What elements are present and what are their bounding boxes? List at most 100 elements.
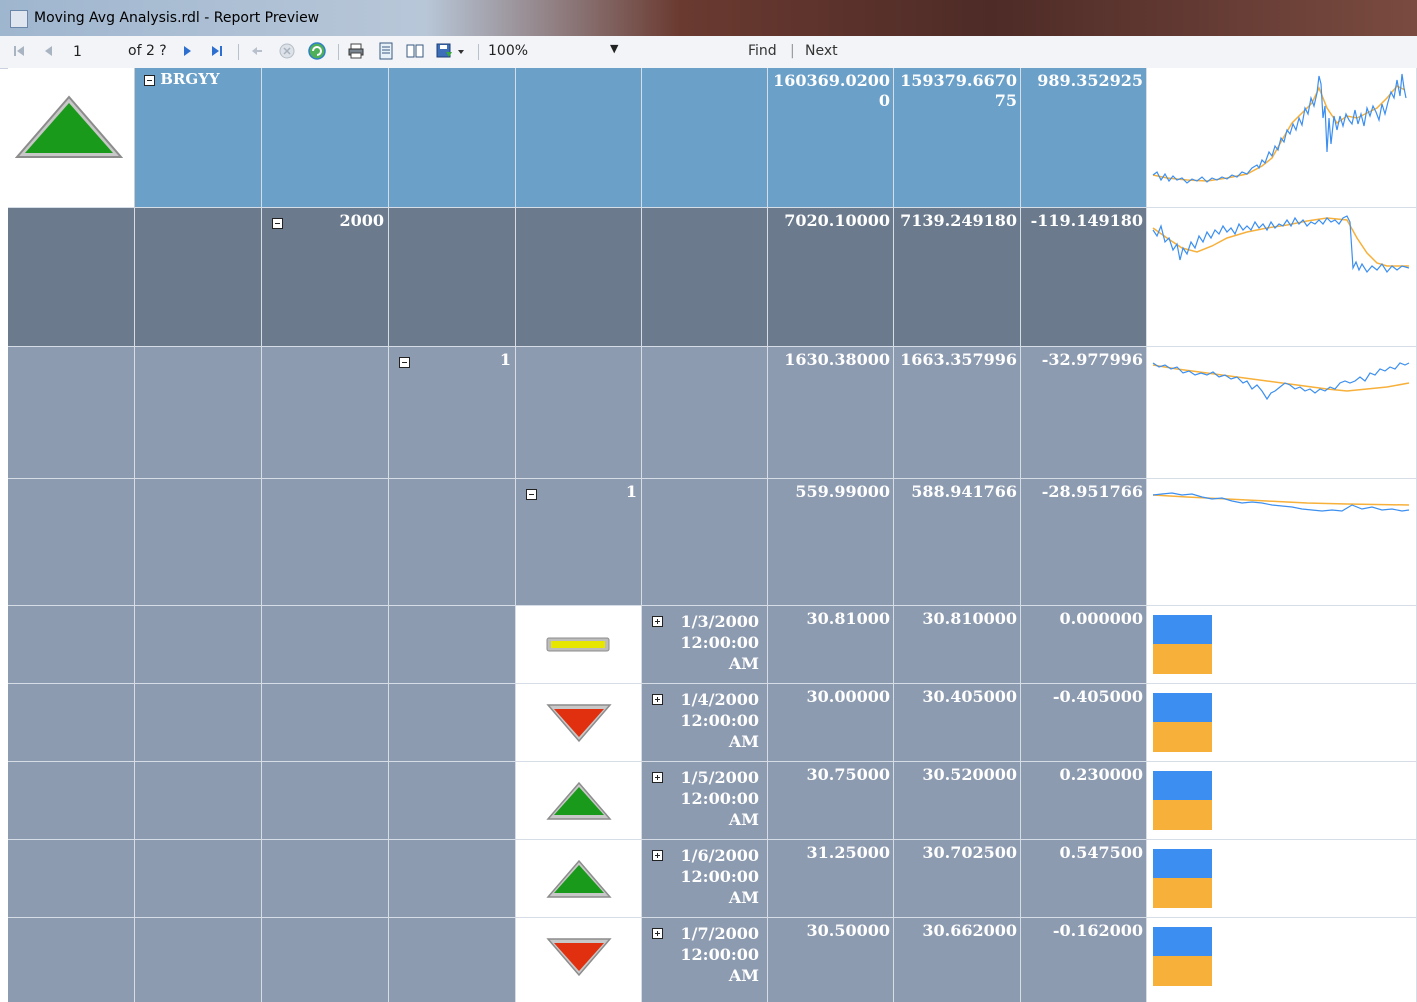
empty-cell xyxy=(135,840,262,918)
print-layout-icon[interactable] xyxy=(377,42,395,60)
expand-toggle-icon[interactable] xyxy=(652,616,663,627)
difference-cell: -119.149180 xyxy=(1021,208,1147,347)
moving-avg-cell: 30.702500 xyxy=(894,840,1021,918)
flat-indicator-icon xyxy=(546,637,609,651)
indicator-cell xyxy=(516,684,642,762)
expand-toggle-icon[interactable] xyxy=(652,694,663,705)
date-text: 1/4/2000 xyxy=(680,690,759,709)
moving-avg-cell: 30.810000 xyxy=(894,606,1021,684)
empty-cell xyxy=(8,762,135,840)
ampm-text: AM xyxy=(728,654,759,673)
moving-avg-cell: 159379.667075 xyxy=(894,68,1021,208)
print-icon[interactable] xyxy=(347,42,365,60)
time-text: 12:00:00 xyxy=(680,789,759,808)
sparkline-chart xyxy=(1152,73,1407,184)
empty-cell xyxy=(389,991,516,1002)
group-label: 2000 xyxy=(339,211,384,230)
next-page-icon[interactable] xyxy=(178,42,196,60)
detail-row: 1/3/2000 12:00:00 AM 30.81000 30.810000 0.000… xyxy=(8,606,1417,684)
report-body: BRGYY 160369.02000 159379.667075 989.352… xyxy=(8,68,1417,1002)
difference-cell: 989.352925 xyxy=(1021,68,1147,208)
detail-row: 1/6/2000 12:00:00 AM 31.25000 30.702500 0.547… xyxy=(8,840,1417,918)
empty-cell xyxy=(389,762,516,840)
date-text: 1/3/2000 xyxy=(680,612,759,631)
difference-cell: -32.977996 xyxy=(1021,347,1147,479)
collapse-toggle-icon[interactable] xyxy=(144,74,155,86)
time-text: 12:00:00 xyxy=(680,945,759,964)
empty-cell xyxy=(389,479,516,606)
bar-chart-cell xyxy=(1147,684,1417,762)
up-arrow-icon xyxy=(545,859,612,898)
empty-cell xyxy=(8,347,135,479)
empty-cell xyxy=(262,840,389,918)
collapse-toggle-icon[interactable] xyxy=(526,489,537,500)
date-text: 1/6/2000 xyxy=(680,846,759,865)
average-bar xyxy=(1153,878,1212,908)
find-next-link[interactable]: Next xyxy=(805,43,838,59)
expand-toggle-icon[interactable] xyxy=(652,928,663,939)
sparkline-cell xyxy=(1147,479,1417,606)
find-next-separator: | xyxy=(790,43,795,59)
difference-cell: 0.230000 xyxy=(1021,762,1147,840)
sparkline-cell xyxy=(1147,347,1417,479)
group-label-cell: 1 xyxy=(389,347,516,479)
moving-avg-cell: 30.662000 xyxy=(894,918,1021,996)
down-arrow-icon xyxy=(545,703,612,742)
indicator-cell xyxy=(516,840,642,918)
window-titlebar: Moving Avg Analysis.rdl - Report Preview xyxy=(0,0,1417,36)
page-setup-icon[interactable] xyxy=(406,42,424,60)
current-page-input[interactable]: 1 xyxy=(72,43,118,63)
date-cell: 1/3/2000 12:00:00 AM xyxy=(642,606,768,684)
bar-chart-cell xyxy=(1147,991,1417,1002)
empty-cell xyxy=(389,918,516,996)
collapse-toggle-icon[interactable] xyxy=(272,218,283,229)
expand-toggle-icon[interactable] xyxy=(652,850,663,861)
detail-row: 1/5/2000 12:00:00 AM 30.75000 30.520000 0.230… xyxy=(8,762,1417,840)
ampm-text: AM xyxy=(728,810,759,829)
find-link[interactable]: Find xyxy=(748,43,777,59)
toolbar-separator xyxy=(338,44,339,60)
back-to-parent-icon[interactable] xyxy=(248,42,266,60)
export-icon[interactable] xyxy=(436,42,466,60)
first-page-icon[interactable] xyxy=(10,42,28,60)
indicator-cell xyxy=(516,762,642,840)
empty-cell xyxy=(262,479,389,606)
date-cell xyxy=(642,991,768,1002)
group-label: 1 xyxy=(625,482,637,501)
bar-chart-cell xyxy=(1147,918,1417,996)
sparkline-chart xyxy=(1152,362,1410,401)
empty-cell xyxy=(262,918,389,996)
empty-cell xyxy=(642,479,768,606)
expand-toggle-icon[interactable] xyxy=(652,772,663,783)
average-bar xyxy=(1153,956,1212,986)
empty-cell xyxy=(262,991,389,1002)
empty-cell xyxy=(262,347,389,479)
previous-page-icon[interactable] xyxy=(40,42,58,60)
indicator-cell xyxy=(516,918,642,996)
empty-cell xyxy=(389,208,516,347)
group-row-month: 1 559.99000 588.941766 -28.951766 xyxy=(8,479,1417,606)
value-cell: 30.75000 xyxy=(768,762,894,840)
last-page-icon[interactable] xyxy=(208,42,226,60)
empty-cell xyxy=(135,208,262,347)
group-label-wrap: BRGYY xyxy=(144,71,220,87)
group-label-cell: 1 xyxy=(516,479,642,606)
empty-cell xyxy=(389,68,516,208)
value-cell: 1630.38000 xyxy=(768,347,894,479)
date-cell: 1/5/2000 12:00:00 AM xyxy=(642,762,768,840)
zoom-select[interactable]: 100% ▼ xyxy=(488,42,628,59)
value-cell: 7020.10000 xyxy=(768,208,894,347)
date-cell: 1/7/2000 12:00:00 AM xyxy=(642,918,768,996)
difference-cell: 0.000000 xyxy=(1021,606,1147,684)
sparkline-chart xyxy=(1152,492,1410,512)
empty-cell xyxy=(135,684,262,762)
time-text: 12:00:00 xyxy=(680,867,759,886)
down-arrow-icon xyxy=(545,937,612,976)
stop-icon[interactable] xyxy=(278,42,296,60)
empty-cell xyxy=(135,991,262,1002)
collapse-toggle-icon[interactable] xyxy=(399,357,410,368)
window-title: Moving Avg Analysis.rdl - Report Preview xyxy=(34,10,320,26)
refresh-icon[interactable] xyxy=(308,42,326,60)
detail-row: 1/7/2000 12:00:00 AM 30.50000 30.662000 -0.16… xyxy=(8,918,1417,996)
empty-cell xyxy=(8,208,135,347)
